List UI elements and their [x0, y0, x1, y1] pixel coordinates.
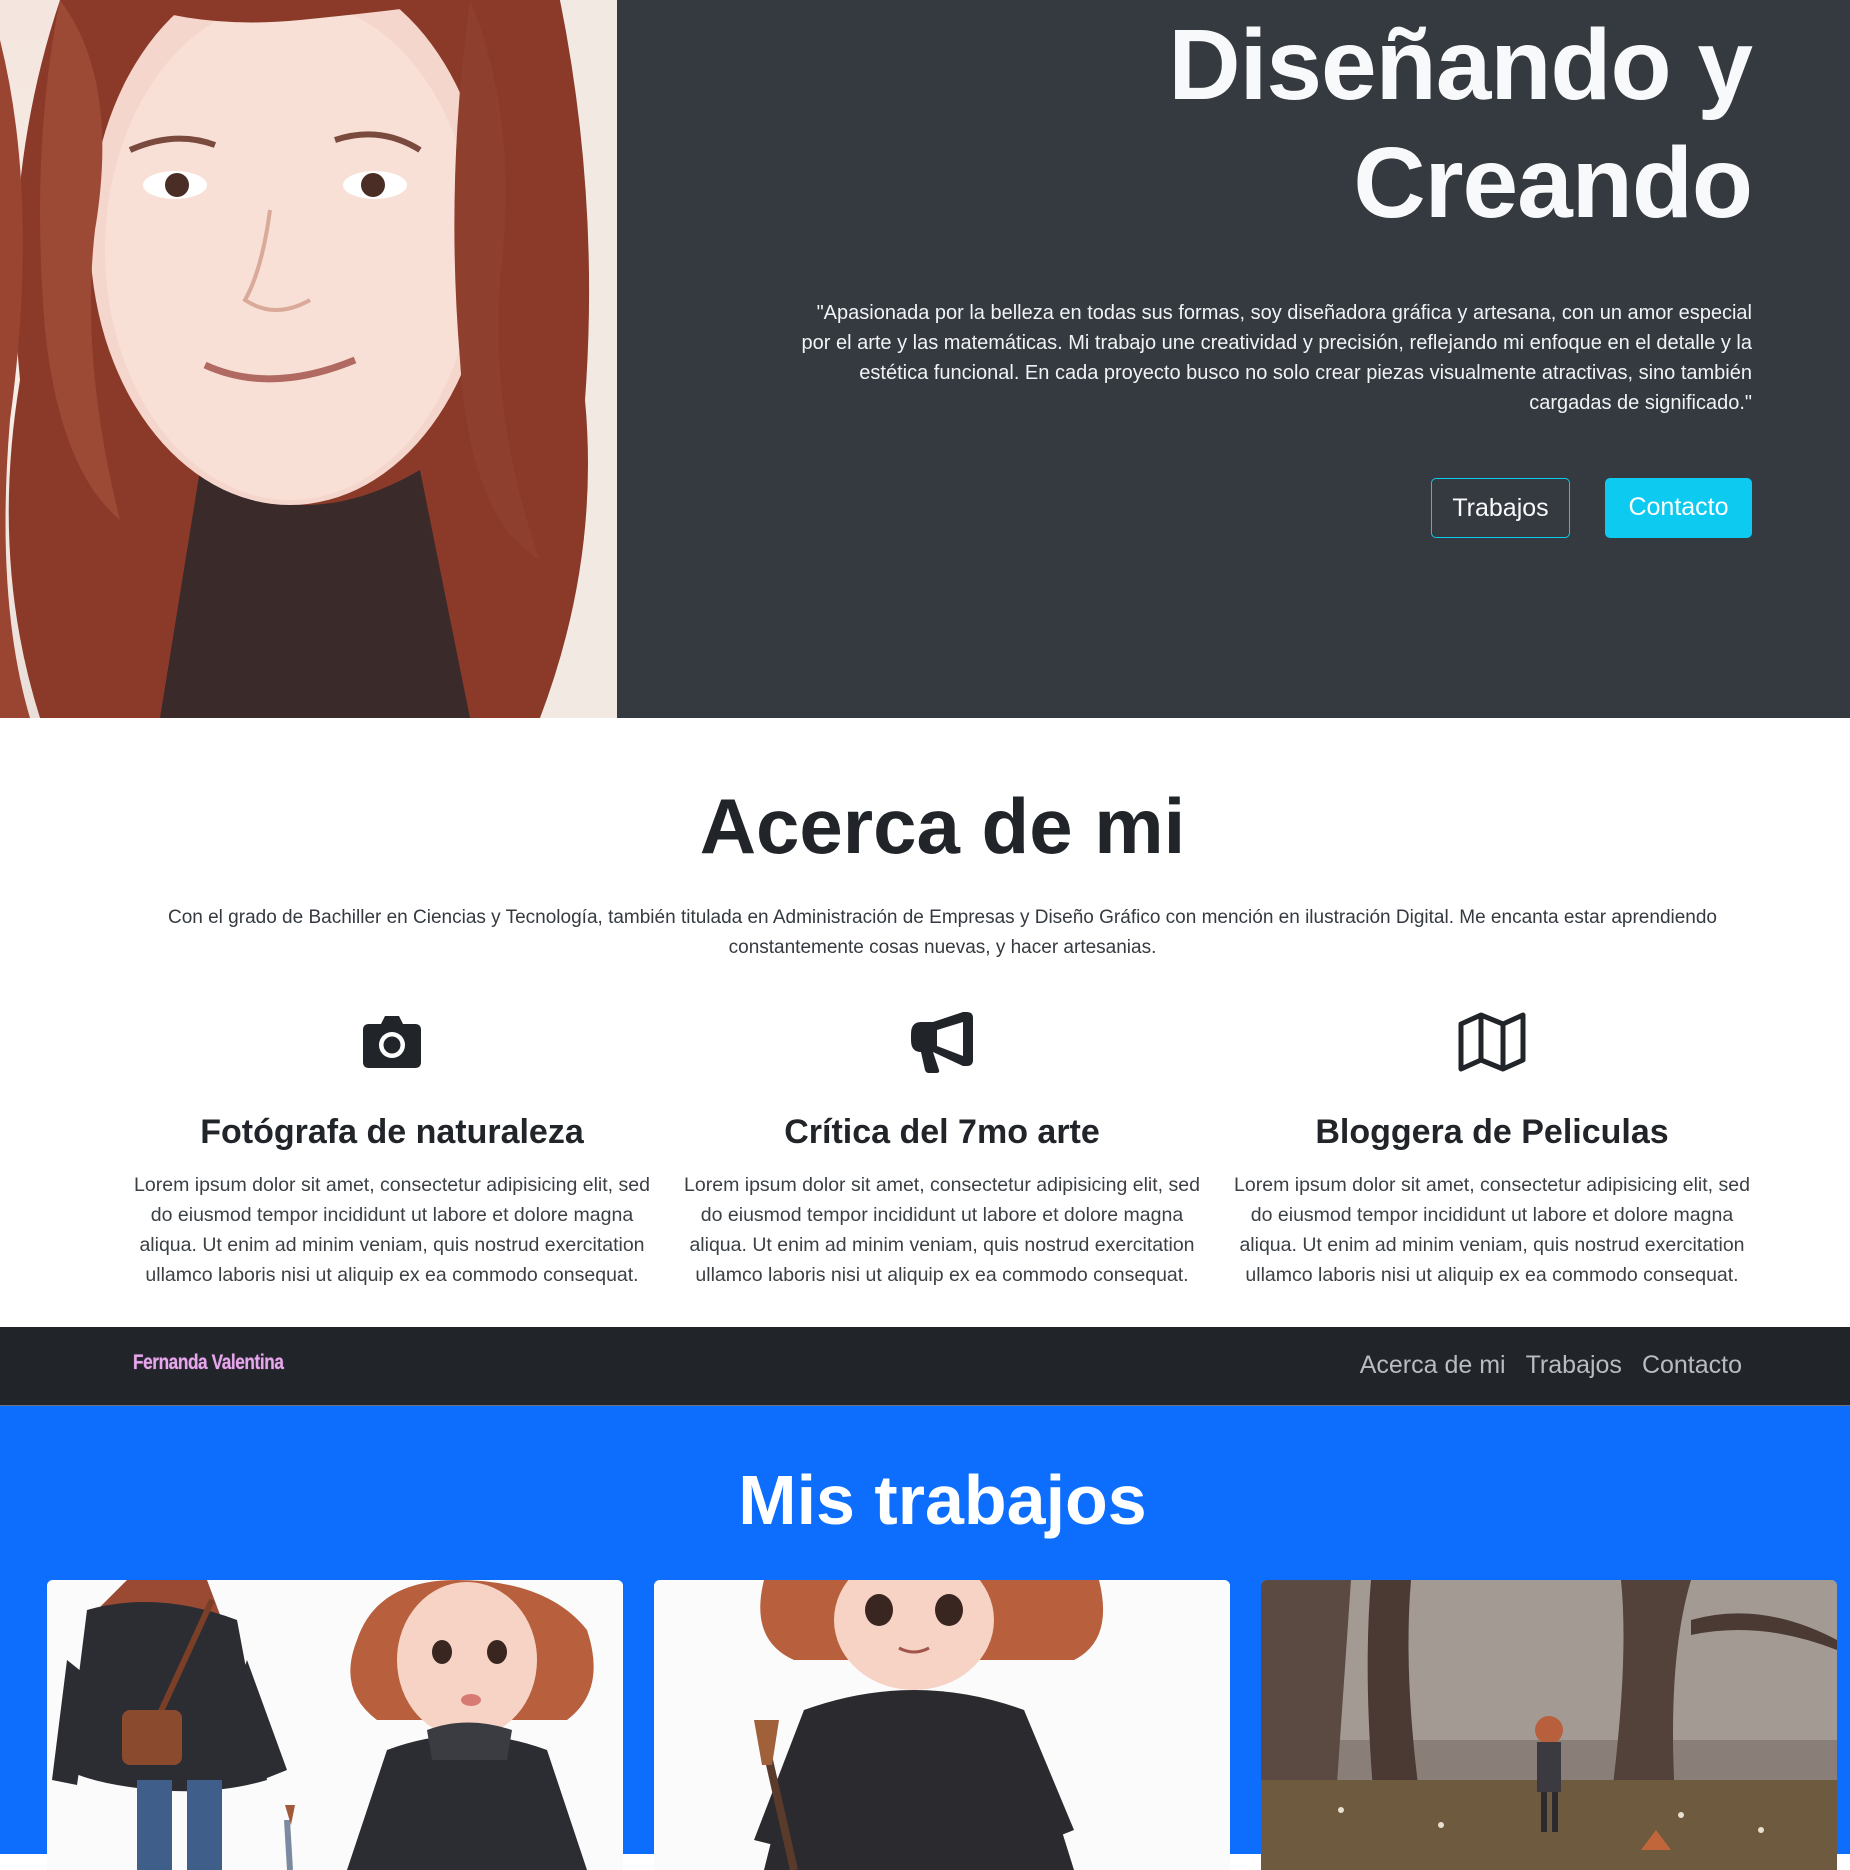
hero-section: Diseñando y Creando "Apasionada por la b…	[0, 0, 1850, 718]
work-image	[1261, 1580, 1837, 1870]
feature-movie-blogger: Bloggera de Peliculas Lorem ipsum dolor …	[1232, 1010, 1752, 1290]
feature-title: Bloggera de Peliculas	[1315, 1113, 1669, 1151]
feature-title: Fotógrafa de naturaleza	[200, 1113, 584, 1151]
works-section: Mis trabajos	[0, 1406, 1850, 1870]
megaphone-icon	[911, 1012, 973, 1073]
profile-photo	[0, 0, 617, 718]
contacto-button[interactable]: Contacto	[1605, 478, 1752, 538]
hero-title: Diseñando y Creando	[852, 6, 1753, 242]
feature-text: Lorem ipsum dolor sit amet, consectetur …	[134, 1174, 650, 1286]
about-title: Acerca de mi	[699, 782, 1186, 870]
hero-title-line-2: Creando	[1353, 127, 1753, 239]
camera-icon	[363, 1016, 421, 1068]
feature-text: Lorem ipsum dolor sit amet, consectetur …	[684, 1174, 1200, 1286]
work-card-2[interactable]	[654, 1580, 1230, 1870]
feature-photographer: Fotógrafa de naturaleza Lorem ipsum dolo…	[132, 1010, 652, 1290]
work-image	[654, 1580, 1230, 1870]
brand-logo[interactable]: Fernanda Valentina	[133, 1351, 284, 1375]
work-card-1[interactable]	[47, 1580, 623, 1870]
work-card-3[interactable]	[1261, 1580, 1837, 1870]
map-icon	[1458, 1012, 1526, 1072]
nav-link-trabajos[interactable]: Trabajos	[1526, 1347, 1622, 1383]
navbar: Fernanda Valentina Acerca de mi Trabajos…	[0, 1327, 1850, 1406]
works-title: Mis trabajos	[738, 1461, 1147, 1539]
nav-link-acerca[interactable]: Acerca de mi	[1360, 1347, 1506, 1383]
hero-quote: "Apasionada por la belleza en todas sus …	[801, 302, 1753, 414]
trabajos-button[interactable]: Trabajos	[1431, 478, 1570, 538]
nav-links: Acerca de mi Trabajos Contacto	[1360, 1347, 1742, 1383]
hero-title-line-1: Diseñando y	[1168, 9, 1753, 121]
about-text: Con el grado de Bachiller en Ciencias y …	[167, 907, 1717, 958]
feature-title: Crítica del 7mo arte	[784, 1113, 1100, 1151]
nav-link-contacto[interactable]: Contacto	[1642, 1347, 1742, 1383]
feature-text: Lorem ipsum dolor sit amet, consectetur …	[1234, 1174, 1750, 1286]
feature-film-critic: Crítica del 7mo arte Lorem ipsum dolor s…	[682, 1010, 1202, 1290]
work-image	[47, 1580, 623, 1870]
